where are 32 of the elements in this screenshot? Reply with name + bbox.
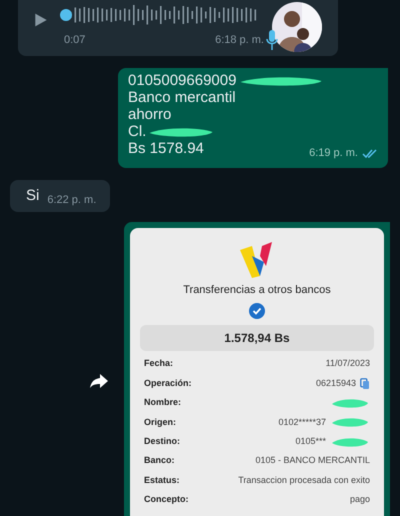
field-label: Fecha: [144, 357, 174, 370]
field-label: Estatus: [144, 474, 180, 487]
field-value: 0105*** [295, 435, 326, 448]
message-text: Bs 1578.94 [128, 140, 204, 157]
playback-thumb[interactable] [60, 9, 72, 21]
amount: 1.578,94 Bs [224, 330, 290, 346]
message-text: Banco mercantil [128, 89, 236, 106]
message-text: Cl. [128, 123, 146, 140]
field-label: Concepto: [144, 493, 188, 506]
microphone-icon [266, 30, 278, 50]
field-value: 06215943 [316, 376, 356, 390]
copy-icon[interactable] [360, 378, 370, 390]
message-text: 0105009669009 [128, 72, 236, 89]
timestamp: 6:19 p. m. [309, 146, 358, 161]
timestamp: 6:18 p. m. [215, 33, 264, 48]
field-value: 11/07/2023 [326, 357, 370, 370]
message-text: ahorro [128, 106, 172, 123]
field-label: Nombre: [144, 396, 182, 410]
duration: 0:07 [64, 33, 86, 48]
field-label: Origen: [144, 416, 176, 429]
field-value: pago [350, 493, 370, 506]
bank-logo-icon [240, 242, 274, 278]
message-text: Si [26, 186, 40, 206]
field-value: Transaccion procesada con exito [238, 474, 370, 487]
forward-icon[interactable] [89, 373, 109, 389]
receipt-title: Transferencias a otros bancos [183, 283, 331, 298]
field-value: 0102*****37 [278, 416, 326, 429]
timestamp: 6:22 p. m. [47, 192, 96, 208]
field-label: Destino: [144, 435, 180, 448]
field-label: Banco: [144, 454, 175, 468]
field-label: Operación: [144, 376, 192, 390]
field-value: 0105 - BANCO MERCANTIL [255, 454, 370, 468]
